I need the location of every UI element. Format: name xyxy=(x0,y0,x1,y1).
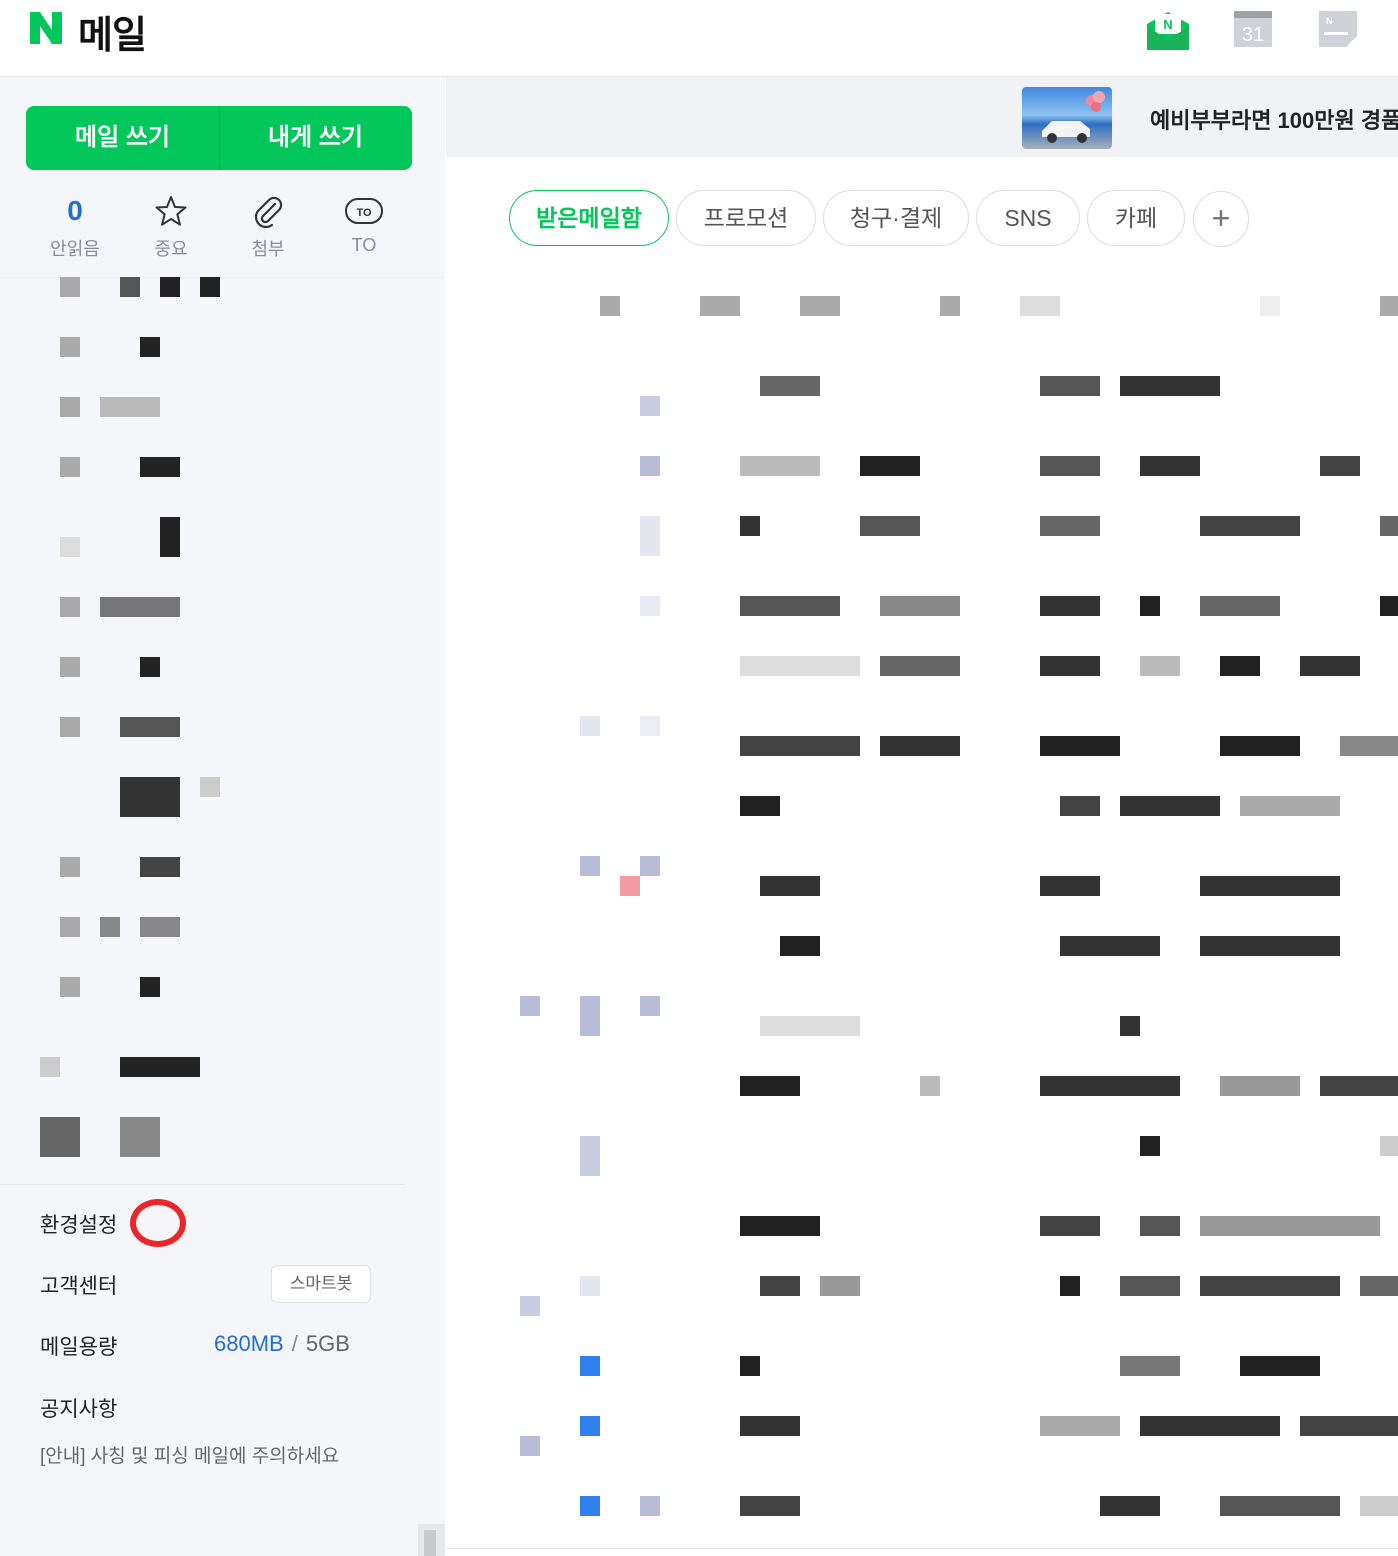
smartbot-button[interactable]: 스마트봇 xyxy=(271,1265,371,1303)
paperclip-icon xyxy=(254,196,283,228)
quick-filter-unread[interactable]: 0 안읽음 xyxy=(35,193,115,261)
quick-filter-label: TO xyxy=(351,235,377,255)
storage-label: 메일용량 xyxy=(40,1336,118,1359)
tab-cafe[interactable]: 카페 xyxy=(1087,190,1185,246)
svg-text:TO: TO xyxy=(356,207,372,219)
mail-list-bottom-border xyxy=(446,1548,1398,1549)
naver-n-logo[interactable] xyxy=(28,10,64,46)
svg-text:31: 31 xyxy=(1242,24,1264,46)
quick-filter-label: 중요 xyxy=(154,239,188,259)
compose-button-group: 메일 쓰기 내게 쓰기 xyxy=(26,106,412,170)
unread-count: 0 xyxy=(67,195,83,226)
quick-filter-label: 첨부 xyxy=(251,239,285,259)
write-to-self-button[interactable]: 내게 쓰기 xyxy=(219,106,412,170)
svg-text:N: N xyxy=(1163,17,1172,32)
storage-used: 680MB xyxy=(214,1331,284,1356)
sidebar-scrollbar[interactable] xyxy=(418,1524,445,1556)
naver-mail-icon[interactable]: N xyxy=(1145,8,1191,52)
star-icon xyxy=(155,196,187,226)
storage-separator: / xyxy=(291,1331,298,1356)
tab-inbox[interactable]: 받은메일함 xyxy=(509,190,669,246)
tab-sns[interactable]: SNS xyxy=(976,190,1080,246)
tab-billing[interactable]: 청구·결제 xyxy=(823,190,969,246)
svg-text:N: N xyxy=(1326,16,1333,26)
quick-filter-attachment[interactable]: 첨부 xyxy=(228,193,308,261)
highlight-circle-annotation xyxy=(130,1199,186,1247)
memo-icon[interactable]: N xyxy=(1316,8,1362,52)
notice-item[interactable]: [안내] 사칭 및 피싱 메일에 주의하세요 xyxy=(40,1441,339,1468)
compose-mail-button[interactable]: 메일 쓰기 xyxy=(26,106,219,170)
ad-car-image[interactable] xyxy=(1022,87,1112,149)
to-badge-icon: TO xyxy=(345,198,383,224)
app-title[interactable]: 메일 xyxy=(78,4,147,59)
ad-banner-text[interactable]: 예비부부라면 100만원 경품 xyxy=(1150,103,1398,135)
settings-divider xyxy=(0,1184,405,1185)
storage-total: 5GB xyxy=(305,1331,350,1356)
quick-filter-to[interactable]: TO TO xyxy=(324,193,404,256)
ad-banner[interactable]: 예비부부라면 100만원 경품 xyxy=(446,77,1398,157)
tab-promotion[interactable]: 프로모션 xyxy=(676,190,816,246)
storage-usage: 680MB / 5GB xyxy=(214,1331,350,1357)
settings-link[interactable]: 환경설정 xyxy=(40,1209,117,1239)
calendar-icon[interactable]: 31 xyxy=(1231,8,1277,52)
scrollbar-thumb[interactable] xyxy=(424,1530,436,1556)
add-tab-button[interactable]: + xyxy=(1193,191,1249,247)
quick-filter-label: 안읽음 xyxy=(50,239,100,259)
quick-filter-important[interactable]: 중요 xyxy=(131,193,211,261)
customer-center-link[interactable]: 고객센터 xyxy=(40,1270,117,1300)
sidebar: 메일 쓰기 내게 쓰기 0 안읽음 중요 첨부 TO TO 환경설정 고객센터 … xyxy=(0,77,445,1556)
top-header: 메일 N 31 N xyxy=(0,0,1398,77)
notice-link[interactable]: 공지사항 xyxy=(40,1393,117,1423)
